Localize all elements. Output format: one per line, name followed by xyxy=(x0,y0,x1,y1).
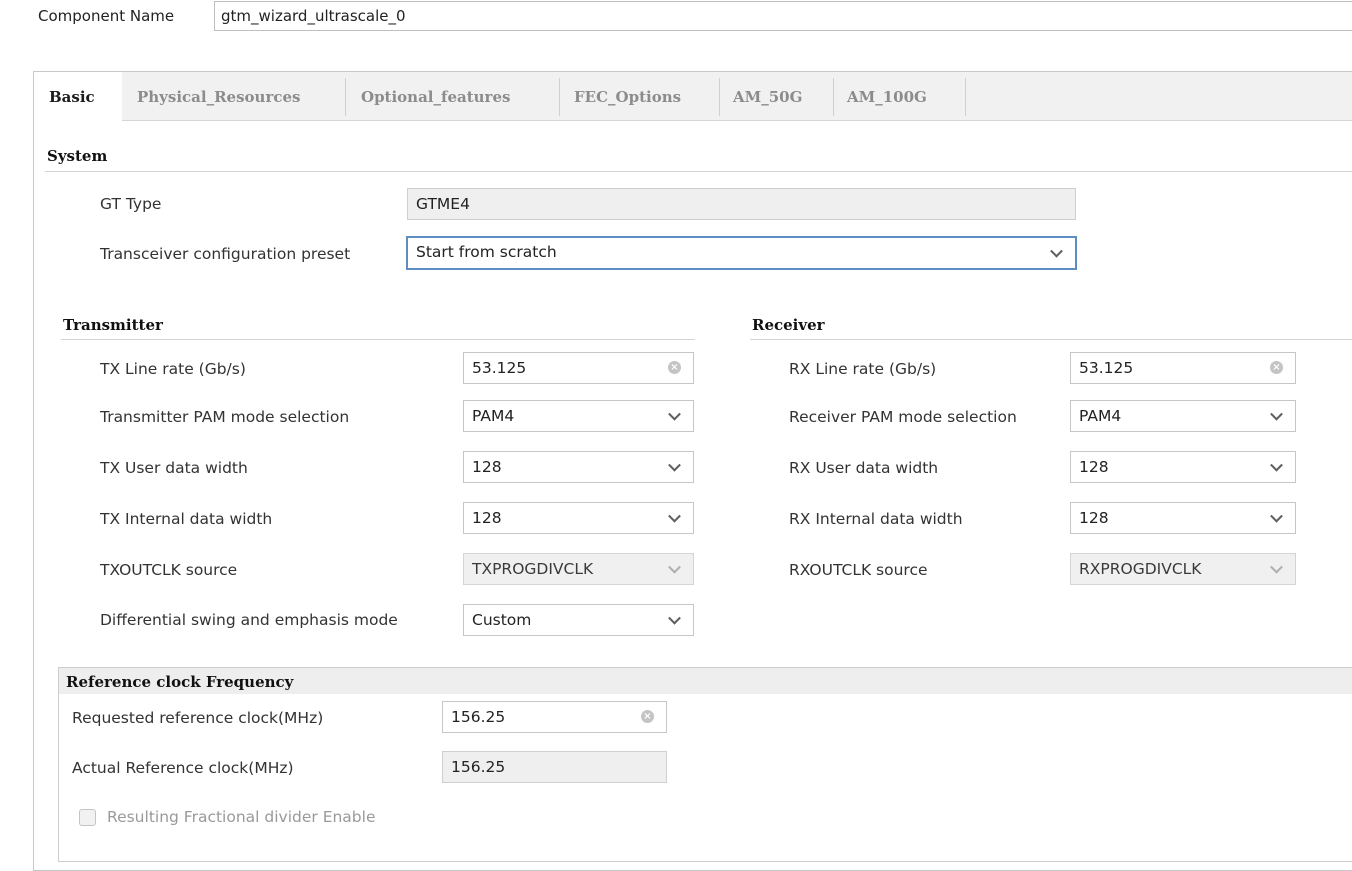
rxoutclk-label: RXOUTCLK source xyxy=(789,561,928,579)
tab-am-100g[interactable]: AM_100G xyxy=(847,72,927,120)
tab-physical-resources[interactable]: Physical_Resources xyxy=(137,72,300,120)
transmitter-section-title: Transmitter xyxy=(63,316,163,334)
chevron-down-icon xyxy=(1270,560,1283,574)
txoutclk-select: TXPROGDIVCLK xyxy=(463,553,694,585)
rx-user-width-select[interactable]: 128 xyxy=(1070,451,1296,483)
requested-refclk-label: Requested reference clock(MHz) xyxy=(72,709,324,727)
swing-mode-select[interactable]: Custom xyxy=(463,604,694,636)
tx-line-rate-value: 53.125 xyxy=(472,359,527,377)
chevron-down-icon xyxy=(668,509,681,523)
transmitter-divider xyxy=(61,339,695,340)
rxoutclk-select: RXPROGDIVCLK xyxy=(1070,553,1296,585)
rx-user-width-label: RX User data width xyxy=(789,459,939,477)
tx-internal-width-value: 128 xyxy=(472,509,502,527)
chevron-down-icon xyxy=(1270,407,1283,421)
tx-line-rate-label: TX Line rate (Gb/s) xyxy=(100,360,246,378)
requested-refclk-value: 156.25 xyxy=(451,708,506,726)
txoutclk-value: TXPROGDIVCLK xyxy=(472,560,594,578)
actual-refclk-value: 156.25 xyxy=(451,758,506,776)
clear-icon[interactable]: × xyxy=(668,361,681,374)
clear-icon[interactable]: × xyxy=(1270,361,1283,374)
tx-pam-mode-label: Transmitter PAM mode selection xyxy=(100,408,350,426)
swing-mode-value: Custom xyxy=(472,611,532,629)
requested-refclk-input[interactable]: 156.25 × xyxy=(442,701,667,733)
rx-internal-width-label: RX Internal data width xyxy=(789,510,963,528)
receiver-section-title: Receiver xyxy=(752,316,825,334)
rx-user-width-value: 128 xyxy=(1079,458,1109,476)
tx-user-width-select[interactable]: 128 xyxy=(463,451,694,483)
txoutclk-label: TXOUTCLK source xyxy=(100,561,238,579)
tx-internal-width-select[interactable]: 128 xyxy=(463,502,694,534)
gt-type-label: GT Type xyxy=(100,195,162,213)
chevron-down-icon xyxy=(1270,509,1283,523)
rx-internal-width-value: 128 xyxy=(1079,509,1109,527)
rxoutclk-value: RXPROGDIVCLK xyxy=(1079,560,1202,578)
tab-optional-features[interactable]: Optional_features xyxy=(361,72,510,120)
swing-mode-label: Differential swing and emphasis mode xyxy=(100,611,398,629)
gt-type-field: GTME4 xyxy=(407,188,1076,220)
tx-line-rate-input[interactable]: 53.125 × xyxy=(463,352,694,384)
tab-separator xyxy=(965,78,966,116)
preset-value: Start from scratch xyxy=(416,243,557,261)
component-name-label: Component Name xyxy=(38,7,175,25)
tx-user-width-value: 128 xyxy=(472,458,502,476)
system-divider xyxy=(45,171,1352,172)
chevron-down-icon xyxy=(1270,458,1283,472)
tab-separator xyxy=(719,78,720,116)
clear-icon[interactable]: × xyxy=(641,710,654,723)
component-name-input[interactable]: gtm_wizard_ultrascale_0 xyxy=(214,1,1352,31)
rx-pam-mode-value: PAM4 xyxy=(1079,407,1122,425)
rx-pam-mode-select[interactable]: PAM4 xyxy=(1070,400,1296,432)
rx-pam-mode-label: Receiver PAM mode selection xyxy=(789,408,1017,426)
component-name-row: Component Name gtm_wizard_ultrascale_0 xyxy=(0,0,1352,60)
chevron-down-icon xyxy=(668,611,681,625)
system-section-title: System xyxy=(47,147,108,165)
tx-internal-width-label: TX Internal data width xyxy=(100,510,273,528)
refclk-section-title: Reference clock Frequency xyxy=(66,673,294,691)
tab-separator xyxy=(559,78,560,116)
tx-pam-mode-select[interactable]: PAM4 xyxy=(463,400,694,432)
chevron-down-icon xyxy=(1050,244,1063,258)
tab-separator xyxy=(833,78,834,116)
rx-line-rate-input[interactable]: 53.125 × xyxy=(1070,352,1296,384)
actual-refclk-label: Actual Reference clock(MHz) xyxy=(72,759,294,777)
preset-select[interactable]: Start from scratch xyxy=(406,236,1077,270)
tab-basic[interactable]: Basic xyxy=(34,72,122,121)
tab-fec-options[interactable]: FEC_Options xyxy=(574,72,681,120)
tab-separator xyxy=(345,78,346,116)
chevron-down-icon xyxy=(668,560,681,574)
tx-pam-mode-value: PAM4 xyxy=(472,407,515,425)
gt-type-value: GTME4 xyxy=(416,195,470,213)
tab-am-50g[interactable]: AM_50G xyxy=(733,72,802,120)
rx-internal-width-select[interactable]: 128 xyxy=(1070,502,1296,534)
receiver-divider xyxy=(750,339,1352,340)
actual-refclk-field: 156.25 xyxy=(442,751,667,783)
preset-label: Transceiver configuration preset xyxy=(100,245,351,263)
tab-bar: Basic Physical_Resources Optional_featur… xyxy=(34,72,1352,121)
rx-line-rate-value: 53.125 xyxy=(1079,359,1134,377)
fractional-divider-checkbox xyxy=(79,809,96,826)
rx-line-rate-label: RX Line rate (Gb/s) xyxy=(789,360,937,378)
chevron-down-icon xyxy=(668,458,681,472)
chevron-down-icon xyxy=(668,407,681,421)
fractional-divider-label: Resulting Fractional divider Enable xyxy=(107,808,376,826)
tx-user-width-label: TX User data width xyxy=(100,459,248,477)
